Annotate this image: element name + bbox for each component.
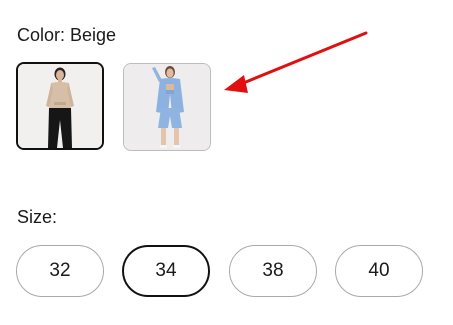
size-option-38[interactable]: 38	[229, 245, 317, 297]
size-option-40[interactable]: 40	[335, 245, 423, 297]
color-label: Color: Beige	[17, 25, 117, 45]
blue-outfit-image	[124, 64, 210, 150]
size-option-32[interactable]: 32	[16, 245, 104, 297]
color-swatch-blue[interactable]	[123, 63, 211, 151]
color-swatch-beige[interactable]	[16, 62, 104, 150]
size-label: Size:	[17, 207, 58, 227]
beige-outfit-image	[18, 64, 102, 148]
size-option-34[interactable]: 34	[122, 245, 210, 297]
